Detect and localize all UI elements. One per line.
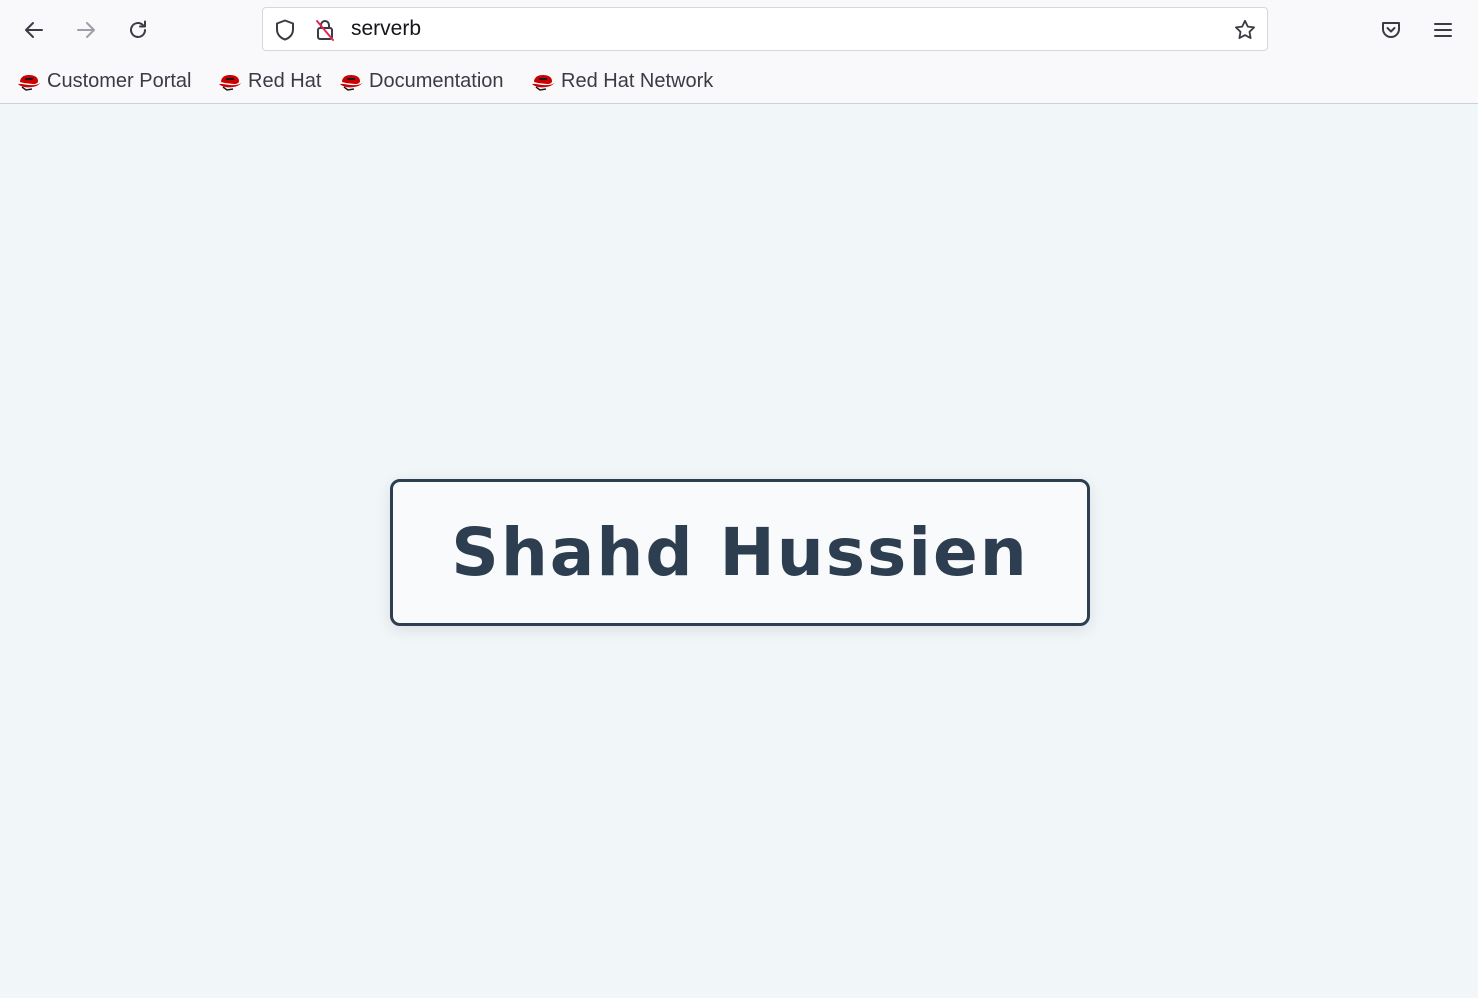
redhat-logo-icon: [18, 75, 40, 91]
arrow-right-icon: [77, 22, 95, 38]
pocket-icon: [1382, 22, 1400, 38]
reload-icon: [130, 20, 146, 38]
browser-chrome: Customer Portal Red Hat Documentation: [0, 0, 1478, 104]
bookmark-label: Red Hat Network: [561, 69, 714, 92]
bookmarks-toolbar: Customer Portal Red Hat Documentation Re…: [0, 60, 1478, 103]
address-bar[interactable]: [262, 7, 1268, 51]
bookmark-label: Documentation: [369, 69, 504, 92]
name-heading: Shahd Hussien: [451, 514, 1029, 591]
shield-icon[interactable]: [273, 18, 297, 42]
bookmark-red-hat[interactable]: Red Hat: [216, 66, 323, 96]
bookmark-label: Customer Portal: [47, 69, 192, 92]
lock-slash-icon[interactable]: [313, 18, 337, 42]
forward-button[interactable]: [68, 12, 104, 48]
bookmark-customer-portal[interactable]: Customer Portal: [15, 66, 194, 96]
redhat-logo-icon: [219, 75, 241, 91]
bookmark-documentation[interactable]: Documentation: [337, 66, 506, 96]
star-icon[interactable]: [1233, 18, 1257, 42]
bookmark-red-hat-network[interactable]: Red Hat Network: [529, 66, 715, 96]
back-button[interactable]: [16, 12, 52, 48]
bookmark-label: Red Hat: [248, 69, 322, 92]
arrow-left-icon: [25, 22, 43, 38]
redhat-logo-icon: [532, 75, 554, 91]
name-card: Shahd Hussien: [390, 479, 1090, 626]
url-input[interactable]: [351, 8, 1211, 50]
pocket-button[interactable]: [1373, 12, 1409, 48]
navigation-toolbar: [0, 0, 1478, 60]
redhat-logo-icon: [340, 75, 362, 91]
hamburger-menu-icon: [1434, 23, 1452, 37]
reload-button[interactable]: [120, 12, 156, 48]
app-menu-button[interactable]: [1425, 12, 1461, 48]
